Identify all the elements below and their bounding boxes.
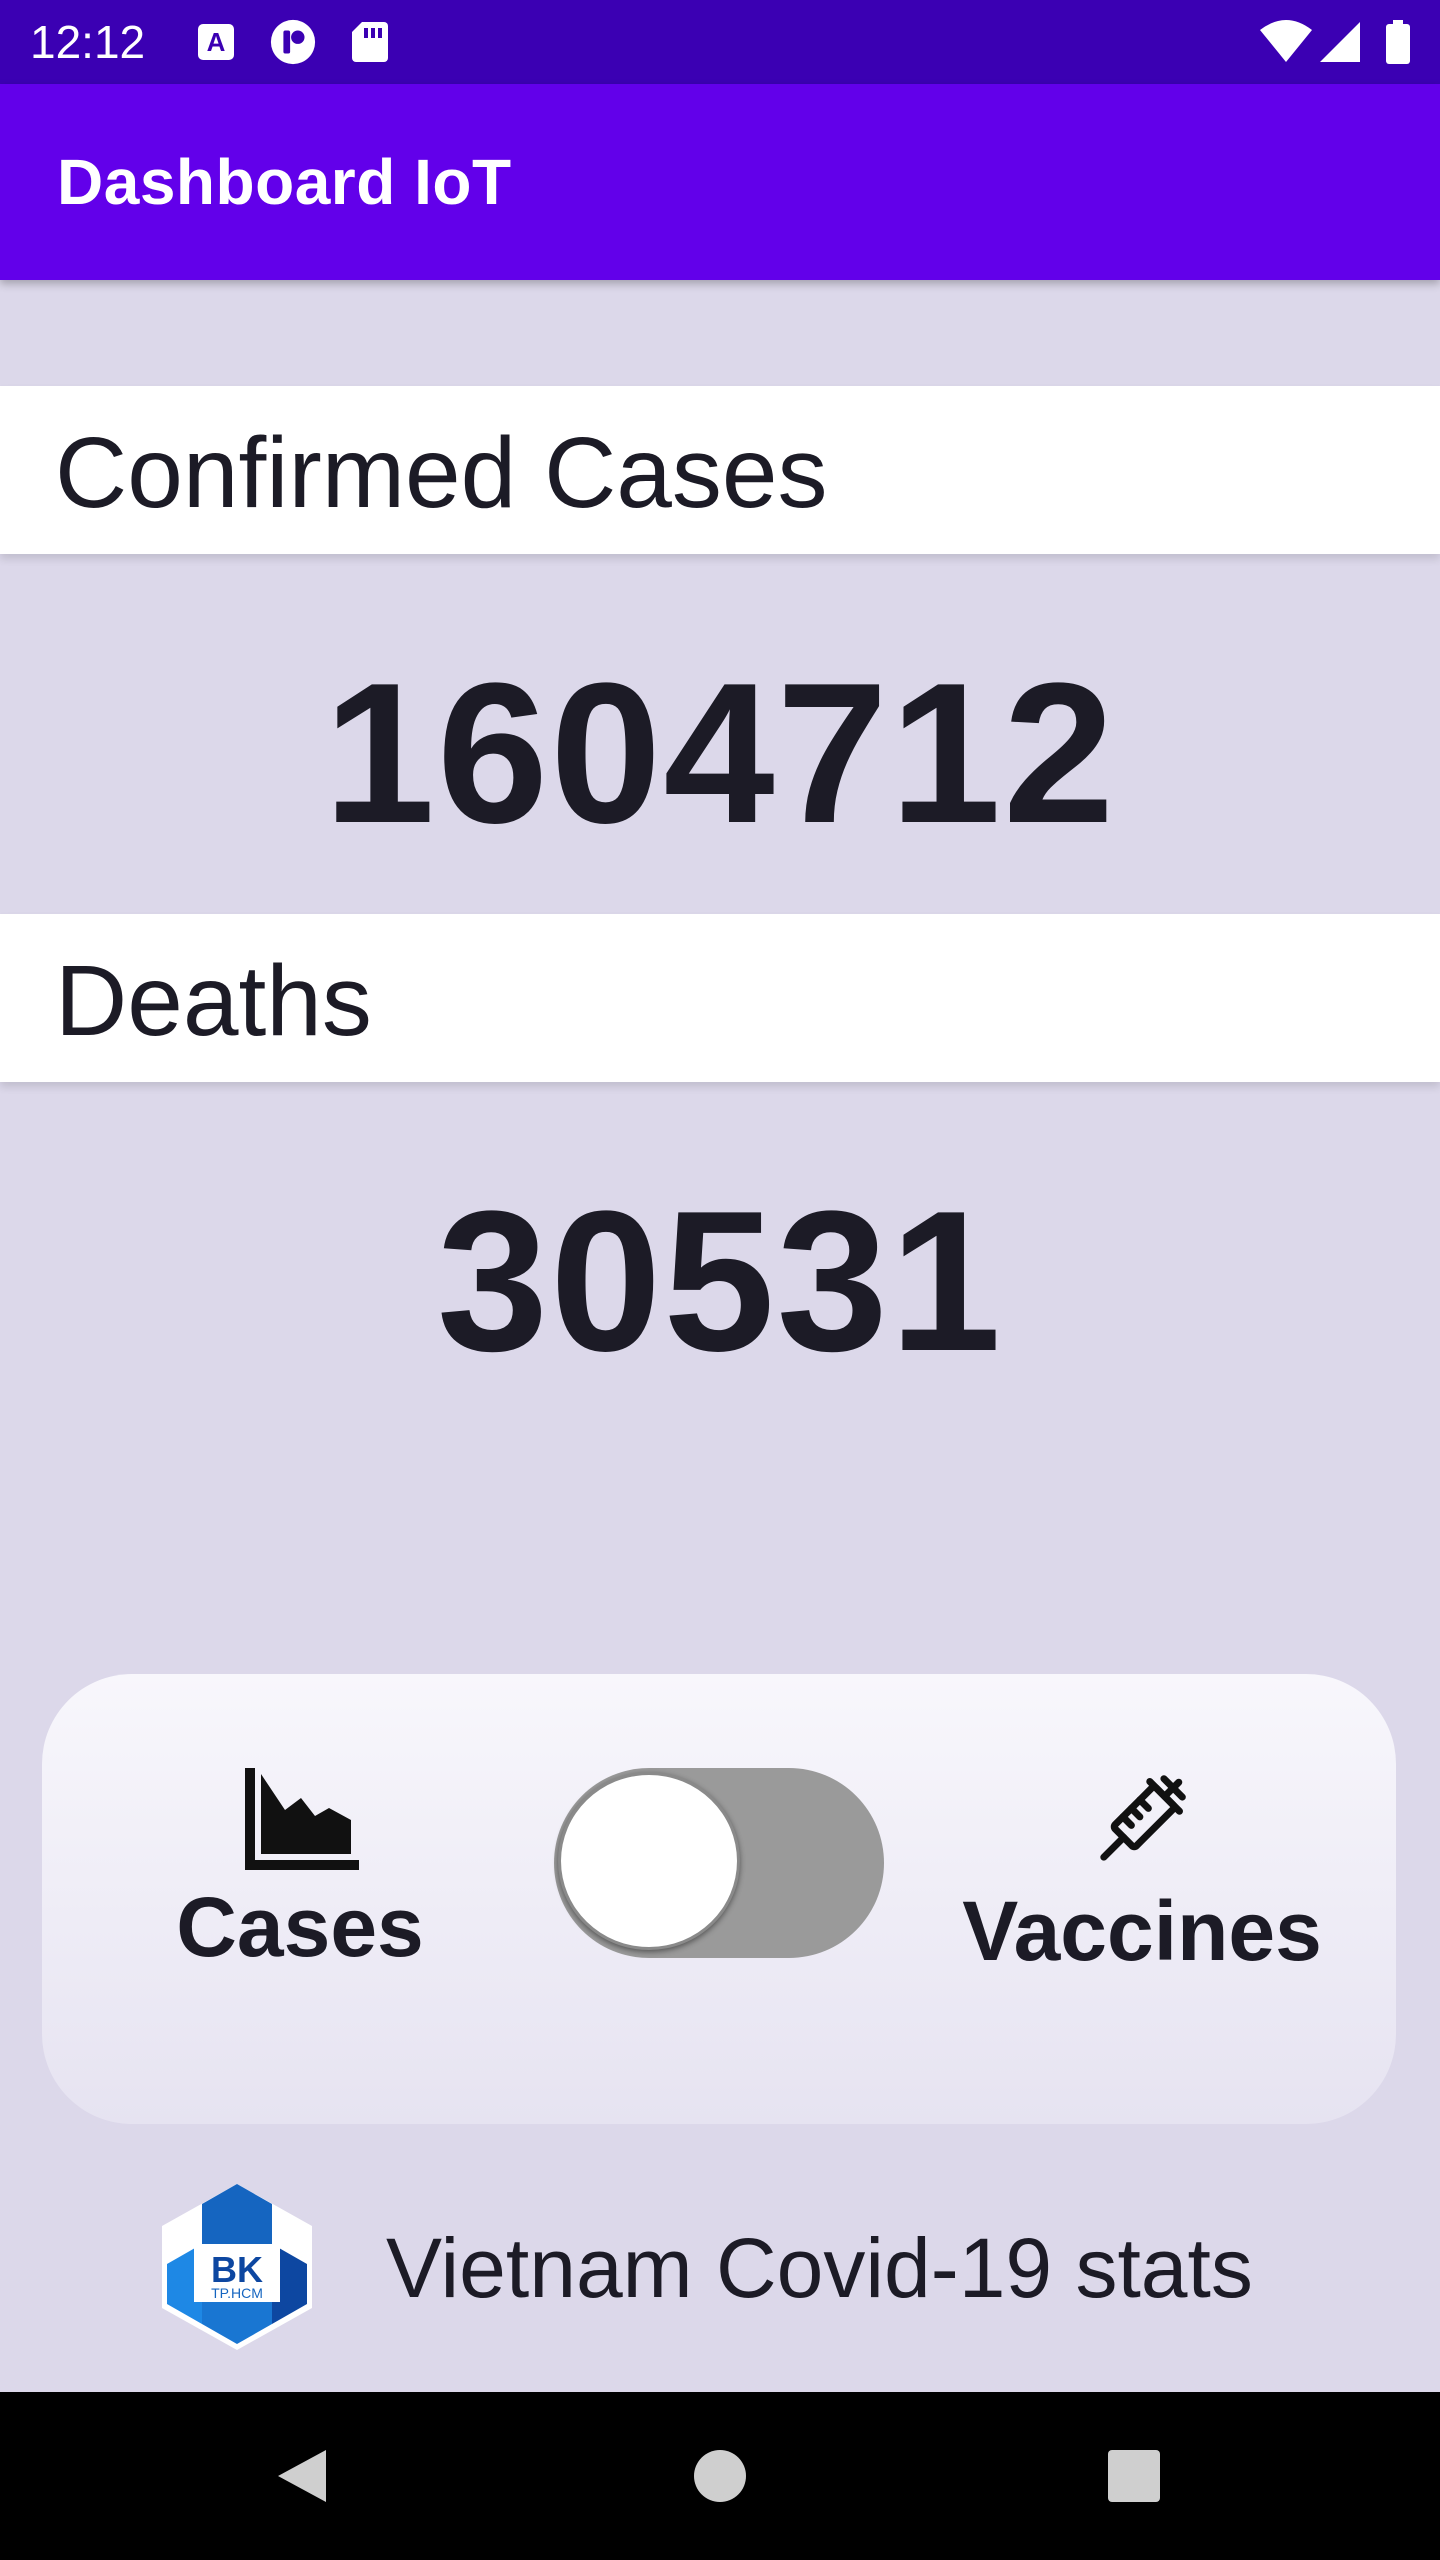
svg-text:A: A — [207, 27, 226, 57]
keyboard-a-icon: A — [198, 24, 234, 60]
screen: 12:12 A Dashboard IoT Confirmed Cases 16… — [0, 0, 1440, 2560]
app-title: Dashboard IoT — [57, 146, 512, 218]
vaccines-option[interactable]: Vaccines — [952, 1760, 1332, 1979]
bk-logo: BK TP.HCM — [162, 2184, 312, 2350]
signal-icon — [1320, 22, 1360, 62]
area-chart-icon — [245, 1768, 359, 1870]
deaths-label: Deaths — [55, 945, 372, 1057]
bk-logo-subtext: TP.HCM — [211, 2285, 263, 2301]
sd-card-icon — [352, 22, 388, 62]
confirmed-cases-header: Confirmed Cases — [0, 386, 1440, 554]
cases-label: Cases — [176, 1880, 424, 1974]
status-time: 12:12 — [30, 16, 146, 68]
status-bar: 12:12 A — [0, 0, 1440, 84]
app-bar: Dashboard IoT — [0, 84, 1440, 280]
confirmed-cases-value: 1604712 — [323, 642, 1117, 865]
deaths-value: 30531 — [436, 1170, 1004, 1393]
syringe-icon — [1100, 1775, 1186, 1861]
cases-option[interactable]: Cases — [160, 1764, 440, 1975]
recents-icon[interactable] — [1102, 2444, 1166, 2508]
footer-text: Vietnam Covid-19 stats — [386, 2221, 1253, 2315]
battery-icon — [1386, 20, 1410, 64]
mode-switch-thumb[interactable] — [558, 1772, 740, 1950]
app-notification-icon — [270, 19, 316, 65]
confirmed-cases-label: Confirmed Cases — [55, 417, 828, 529]
vaccines-label: Vaccines — [962, 1884, 1322, 1978]
home-icon[interactable] — [688, 2444, 752, 2508]
wifi-icon — [1260, 20, 1312, 62]
bk-logo-text: BK — [211, 2249, 263, 2290]
deaths-header: Deaths — [0, 914, 1440, 1082]
back-icon[interactable] — [270, 2444, 334, 2508]
